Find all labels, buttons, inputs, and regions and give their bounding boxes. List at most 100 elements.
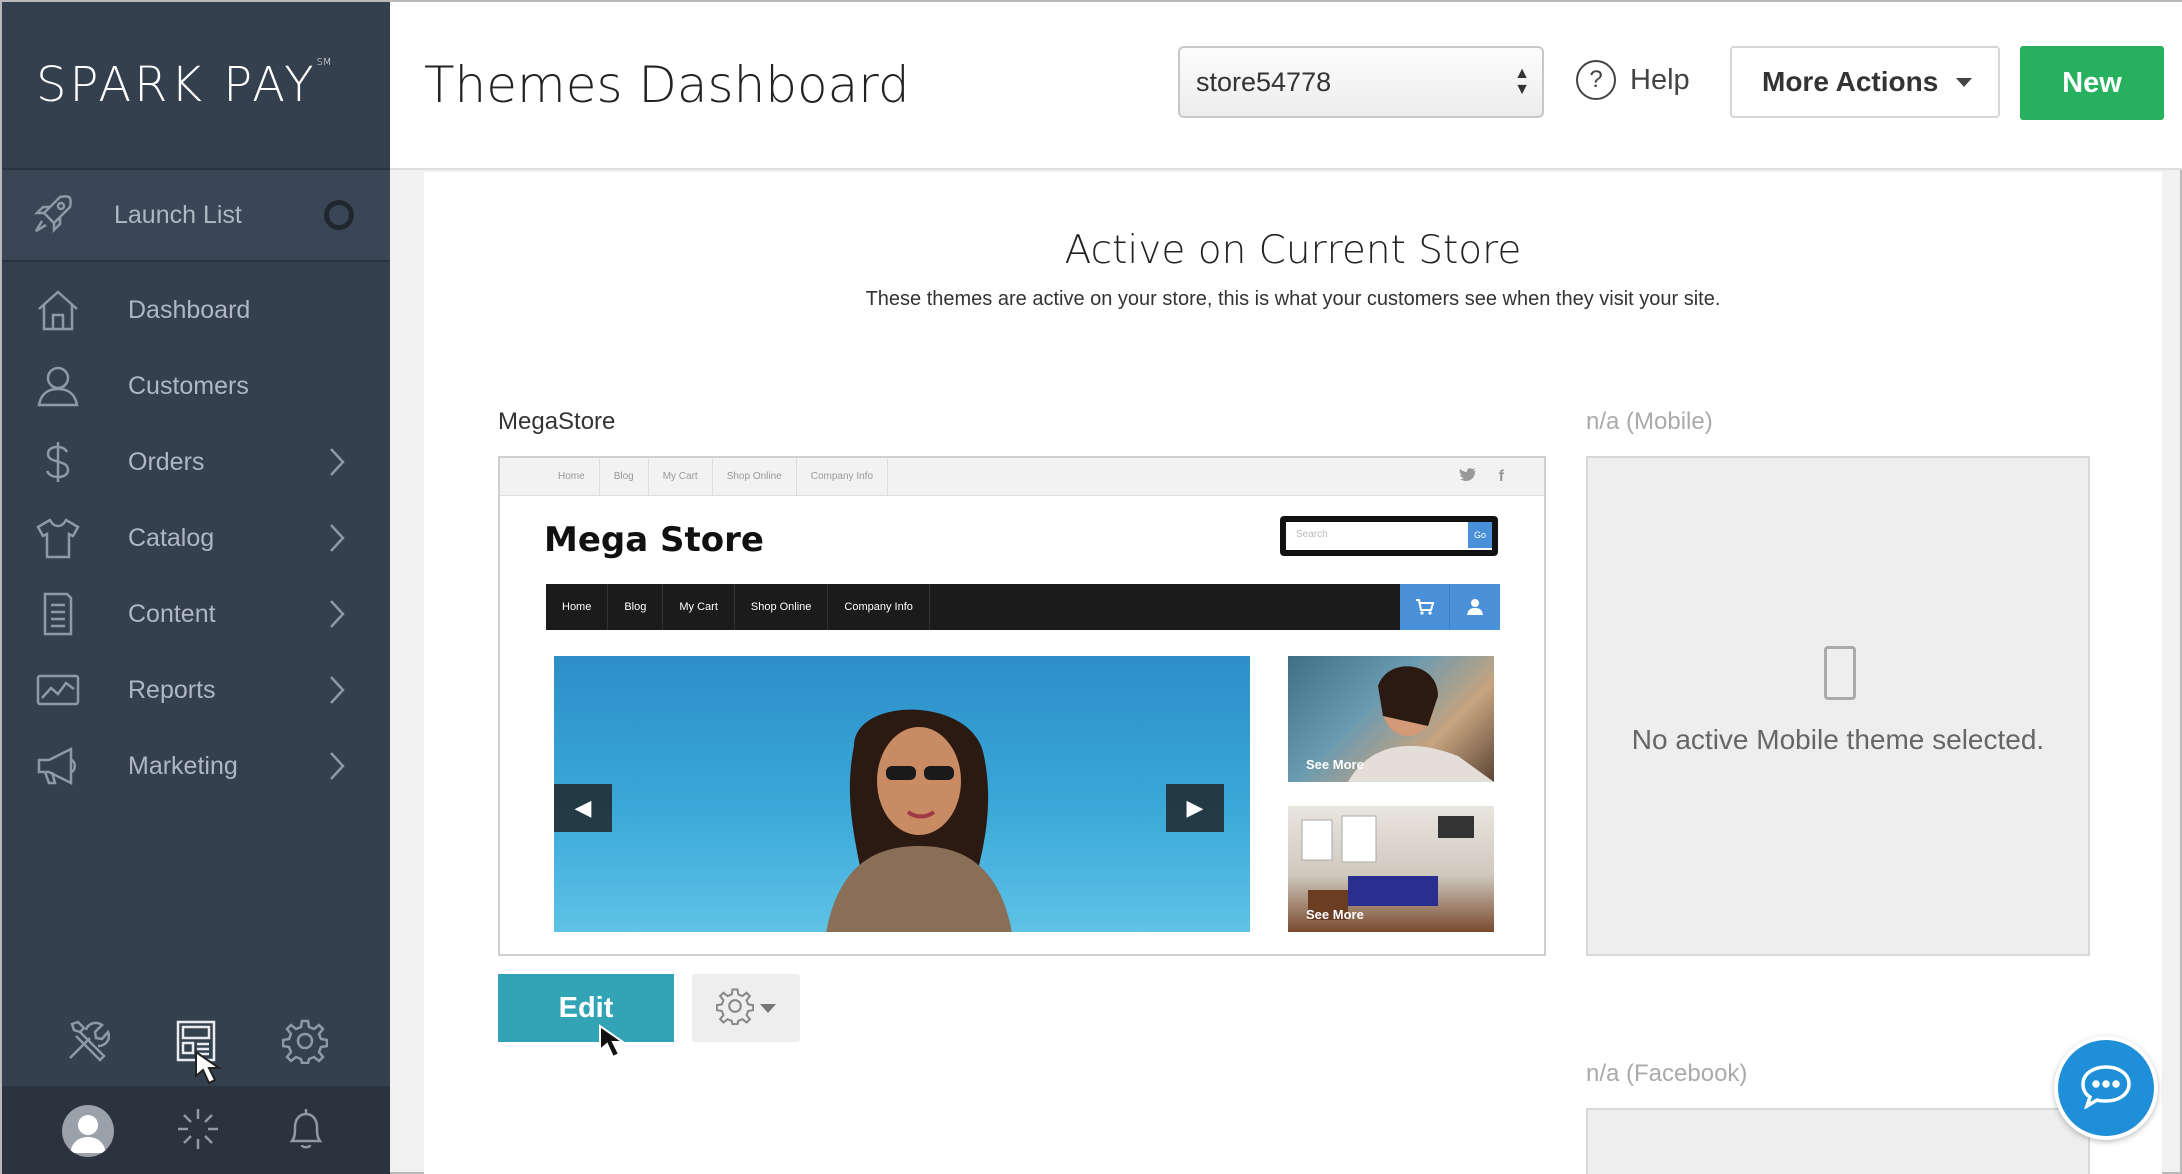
preview-top-link: My Cart (649, 458, 713, 496)
user-icon (1450, 584, 1500, 630)
cart-icon (1400, 584, 1450, 630)
bell-icon[interactable] (282, 1105, 330, 1158)
preview-nav-item: Blog (608, 584, 664, 630)
help-label: Help (1630, 63, 1690, 96)
mobile-theme-message: No active Mobile theme selected. (1631, 724, 2045, 755)
twitter-icon (1459, 468, 1477, 489)
preview-top-link: Blog (600, 458, 649, 496)
facebook-theme-label: n/a (Facebook) (1586, 1060, 1748, 1087)
preview-search-go: Go (1468, 522, 1492, 548)
new-button[interactable]: New (2020, 46, 2164, 120)
mobile-theme-placeholder: No active Mobile theme selected. (1586, 456, 2090, 956)
preview-top-link: Company Info (797, 458, 889, 496)
sidebar-item-label: Reports (128, 675, 216, 704)
facebook-icon: f (1498, 468, 1504, 485)
launch-list-label: Launch List (114, 200, 242, 229)
thumb-caption: See More (1306, 907, 1364, 922)
loading-icon (174, 1105, 222, 1158)
caret-down-icon (760, 1003, 776, 1013)
slider-prev-arrow: ◀ (554, 784, 612, 832)
preview-search-placeholder: Search (1296, 529, 1328, 540)
sidebar-item-reports[interactable]: Reports (2, 652, 390, 728)
sidebar-item-label: Catalog (128, 523, 215, 552)
help-link[interactable]: ? Help (1576, 60, 1690, 100)
preview-nav-item: Company Info (828, 584, 930, 630)
preview-social: f (1459, 468, 1504, 489)
more-actions-dropdown[interactable]: More Actions (1730, 46, 2000, 118)
question-icon: ? (1576, 60, 1616, 100)
avatar[interactable] (62, 1105, 114, 1157)
cursor-arrow-icon (195, 1050, 223, 1085)
brand-logo[interactable]: SPARK PAYSM (36, 57, 332, 113)
dollar-icon (34, 438, 82, 486)
sidebar-item-dashboard[interactable]: Dashboard (2, 272, 390, 348)
preview-navbar: Home Blog My Cart Shop Online Company In… (546, 584, 1500, 630)
sidebar-item-launch-list[interactable]: Launch List (2, 170, 390, 262)
chat-icon (2079, 1063, 2133, 1114)
sidebar-item-label: Marketing (128, 751, 238, 780)
section-title: Active on Current Store (1064, 228, 1522, 273)
preview-search: Search Go (1280, 516, 1498, 556)
chevron-right-icon (330, 448, 345, 476)
sidebar-item-label: Orders (128, 447, 205, 476)
chevron-right-icon (330, 524, 345, 552)
preview-logo: Mega Store (544, 520, 764, 560)
preview-topbar: Home Blog My Cart Shop Online Company In… (500, 458, 1544, 496)
theme-settings-dropdown[interactable] (692, 974, 800, 1042)
preview-nav-item: Shop Online (735, 584, 829, 630)
theme-name: MegaStore (498, 408, 616, 435)
logo-area: SPARK PAYSM (2, 2, 390, 170)
sidebar-item-catalog[interactable]: Catalog (2, 500, 390, 576)
chevron-right-icon (330, 676, 345, 704)
preview-thumb-1: See More (1288, 656, 1494, 782)
sidebar-footer (2, 1086, 390, 1174)
store-select[interactable]: store54778 ▲ ▼ (1178, 46, 1544, 118)
more-actions-label: More Actions (1762, 66, 1939, 97)
rocket-icon (32, 191, 76, 240)
sidebar-item-content[interactable]: Content (2, 576, 390, 652)
edit-theme-button[interactable]: Edit (498, 974, 674, 1042)
preview-hero-slider: ◀ ▶ (554, 656, 1250, 932)
preview-nav-item: Home (546, 584, 609, 630)
preview-top-link: Home (544, 458, 600, 496)
main-panel: Active on Current Store These themes are… (424, 172, 2162, 1174)
preview-nav-item: My Cart (663, 584, 735, 630)
user-icon (34, 362, 82, 410)
caret-down-icon (1956, 77, 1973, 87)
sidebar-item-marketing[interactable]: Marketing (2, 728, 390, 804)
home-icon (34, 286, 82, 334)
page-title: Themes Dashboard (424, 56, 910, 114)
sidebar: SPARK PAYSM Launch List Dashboard Custom… (2, 2, 390, 1174)
theme-preview[interactable]: Home Blog My Cart Shop Online Company In… (498, 456, 1546, 956)
gear-icon (715, 987, 755, 1030)
sidebar-item-label: Customers (128, 371, 249, 400)
megaphone-icon (34, 742, 82, 790)
chevron-right-icon (330, 752, 345, 780)
chevron-right-icon (330, 600, 345, 628)
document-icon (34, 590, 82, 638)
chat-button[interactable] (2054, 1036, 2158, 1140)
preview-search-box: Search Go (1286, 522, 1492, 550)
section-subtitle: These themes are active on your store, t… (865, 288, 1721, 310)
logo-service-mark: SM (316, 57, 332, 68)
mobile-theme-label: n/a (Mobile) (1586, 408, 1713, 435)
shirt-icon (34, 514, 82, 562)
slider-next-arrow: ▶ (1166, 784, 1224, 832)
app-window: SPARK PAYSM Launch List Dashboard Custom… (0, 0, 2182, 1174)
sidebar-item-label: Dashboard (128, 295, 251, 324)
preview-top-links: Home Blog My Cart Shop Online Company In… (544, 458, 889, 496)
mobile-phone-icon (1824, 646, 1856, 700)
sidebar-item-label: Content (128, 599, 216, 628)
settings-icon[interactable] (282, 1018, 329, 1069)
tools-icon[interactable] (64, 1018, 110, 1069)
sidebar-item-customers[interactable]: Customers (2, 348, 390, 424)
chart-icon (34, 666, 82, 714)
preview-thumb-2: See More (1288, 806, 1494, 932)
cursor-arrow-icon (599, 1024, 627, 1059)
launch-progress-ring (324, 200, 354, 230)
page-header: Themes Dashboard store54778 ▲ ▼ ? Help Mo… (390, 2, 2182, 170)
sidebar-item-orders[interactable]: Orders (2, 424, 390, 500)
preview-top-link: Shop Online (713, 458, 797, 496)
select-arrows-icon: ▲ ▼ (1514, 65, 1530, 98)
thumb-caption: See More (1306, 757, 1364, 772)
